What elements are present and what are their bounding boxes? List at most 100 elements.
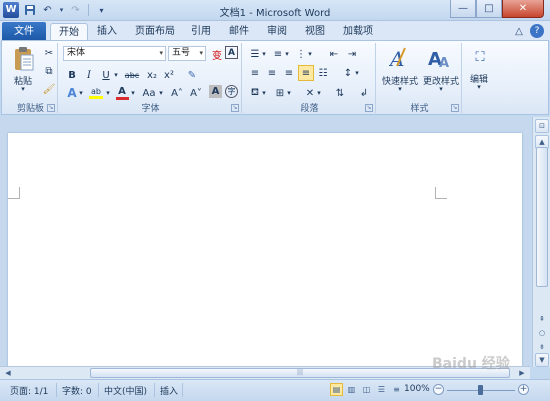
editing-binoculars-icon[interactable]: ⛶ bbox=[471, 47, 489, 67]
grow-font-icon[interactable]: A˄ bbox=[168, 85, 186, 101]
cut-icon[interactable]: ✂ bbox=[41, 45, 57, 61]
change-case-dropdown-icon[interactable]: ▾ bbox=[157, 85, 165, 101]
draft-view-icon[interactable]: ≡ bbox=[390, 383, 403, 396]
sort-icon[interactable]: ⇅ bbox=[332, 85, 348, 101]
document-area bbox=[0, 117, 530, 383]
tab-view[interactable]: 视图 bbox=[300, 23, 330, 41]
justify-icon[interactable]: ≡ bbox=[298, 65, 314, 81]
quick-styles-dropdown-icon[interactable]: ▾ bbox=[380, 85, 420, 93]
clear-formatting-icon[interactable]: ✎ bbox=[184, 67, 200, 83]
decrease-indent-icon[interactable]: ⇤ bbox=[326, 46, 342, 62]
bold-icon[interactable]: B bbox=[64, 67, 80, 83]
phonetic-guide-icon[interactable]: 变 bbox=[209, 46, 225, 62]
highlight-color-icon[interactable]: ab bbox=[87, 85, 105, 101]
font-color-swatch bbox=[115, 97, 129, 100]
chinese-layout-dropdown-icon[interactable]: ▾ bbox=[315, 85, 323, 101]
font-color-icon[interactable]: A bbox=[114, 85, 130, 101]
borders-dropdown-icon[interactable]: ▾ bbox=[285, 85, 293, 101]
tab-mailings[interactable]: 邮件 bbox=[224, 23, 254, 41]
align-left-icon[interactable]: ≡ bbox=[247, 65, 263, 81]
format-painter-icon[interactable]: 🖌 bbox=[41, 81, 57, 97]
change-case-icon[interactable]: Aa bbox=[140, 85, 158, 101]
paste-icon[interactable] bbox=[12, 45, 36, 73]
styles-launcher-icon[interactable]: ↘ bbox=[451, 104, 459, 112]
numbering-dropdown-icon[interactable]: ▾ bbox=[283, 46, 291, 62]
underline-dropdown-icon[interactable]: ▾ bbox=[112, 67, 120, 83]
svg-text:A: A bbox=[439, 56, 449, 70]
tab-insert[interactable]: 插入 bbox=[90, 23, 124, 41]
tab-file[interactable]: 文件 bbox=[2, 22, 46, 41]
character-border-icon[interactable]: A bbox=[225, 46, 238, 59]
shading-dropdown-icon[interactable]: ▾ bbox=[260, 85, 268, 101]
align-right-icon[interactable]: ≡ bbox=[281, 65, 297, 81]
status-divider bbox=[56, 383, 57, 397]
distributed-icon[interactable]: ☷ bbox=[315, 65, 331, 81]
highlight-dropdown-icon[interactable]: ▾ bbox=[104, 85, 112, 101]
scroll-right-icon[interactable]: ▶ bbox=[516, 367, 528, 379]
scroll-down-icon[interactable]: ▼ bbox=[535, 353, 549, 367]
group-label-styles: 样式 bbox=[410, 104, 429, 114]
font-color-glyph: A bbox=[118, 86, 126, 97]
zoom-out-button[interactable]: − bbox=[433, 384, 444, 395]
subscript-icon[interactable]: x₂ bbox=[144, 67, 160, 83]
word-count-status[interactable]: 字数: 0 bbox=[62, 384, 92, 397]
tab-addins[interactable]: 加载项 bbox=[338, 23, 378, 41]
group-font: 宋体 ▾ 五号 ▾ 变 A B I U ▾ abc x₂ x² ✎ A ▾ ab… bbox=[60, 43, 242, 114]
font-name-dropdown[interactable]: 宋体 ▾ bbox=[63, 46, 166, 61]
ruler-toggle-icon[interactable]: ⊡ bbox=[535, 119, 549, 133]
scroll-left-icon[interactable]: ◀ bbox=[2, 367, 14, 379]
character-shading-icon[interactable]: A bbox=[209, 85, 222, 98]
strikethrough-icon[interactable]: abc bbox=[122, 67, 142, 83]
text-effects-dropdown-icon[interactable]: ▾ bbox=[77, 85, 85, 101]
change-styles-icon[interactable]: AA bbox=[428, 45, 452, 71]
document-page[interactable] bbox=[8, 133, 522, 383]
align-center-icon[interactable]: ≡ bbox=[264, 65, 280, 81]
close-button[interactable]: ✕ bbox=[502, 0, 544, 18]
change-styles-dropdown-icon[interactable]: ▾ bbox=[420, 85, 462, 93]
outline-view-icon[interactable]: ☰ bbox=[375, 383, 388, 396]
increase-indent-icon[interactable]: ⇥ bbox=[344, 46, 360, 62]
font-launcher-icon[interactable]: ↘ bbox=[231, 104, 239, 112]
editing-dropdown-icon[interactable]: ▾ bbox=[464, 83, 494, 91]
web-layout-icon[interactable]: ◫ bbox=[360, 383, 373, 396]
font-size-dropdown[interactable]: 五号 ▾ bbox=[168, 46, 206, 61]
bullets-dropdown-icon[interactable]: ▾ bbox=[260, 46, 268, 62]
zoom-level[interactable]: 100% bbox=[404, 384, 430, 394]
zoom-in-button[interactable]: + bbox=[518, 384, 529, 395]
minimize-button[interactable]: — bbox=[450, 0, 476, 18]
group-clipboard: 粘贴 ▾ ✂ ⧉ 🖌 剪贴板 ↘ bbox=[4, 43, 58, 114]
copy-icon[interactable]: ⧉ bbox=[41, 63, 57, 79]
zoom-slider-knob[interactable] bbox=[478, 385, 483, 395]
superscript-icon[interactable]: x² bbox=[161, 67, 177, 83]
tab-home[interactable]: 开始 bbox=[50, 23, 88, 41]
tab-references[interactable]: 引用 bbox=[186, 23, 216, 41]
font-name-arrow-icon: ▾ bbox=[159, 49, 163, 57]
tab-page-layout[interactable]: 页面布局 bbox=[130, 23, 180, 41]
language-status[interactable]: 中文(中国) bbox=[104, 384, 147, 397]
paste-dropdown-icon[interactable]: ▾ bbox=[8, 85, 38, 93]
ribbon-minimize-icon[interactable]: △ bbox=[512, 24, 526, 38]
paragraph-launcher-icon[interactable]: ↘ bbox=[365, 104, 373, 112]
help-icon[interactable]: ? bbox=[530, 24, 544, 38]
italic-icon[interactable]: I bbox=[81, 67, 97, 83]
multilevel-dropdown-icon[interactable]: ▾ bbox=[306, 46, 314, 62]
previous-page-icon[interactable]: ⇞ bbox=[535, 313, 549, 327]
shrink-font-icon[interactable]: A˅ bbox=[187, 85, 205, 101]
insert-mode-status[interactable]: 插入 bbox=[160, 384, 178, 397]
maximize-button[interactable]: □ bbox=[476, 0, 502, 18]
line-spacing-dropdown-icon[interactable]: ▾ bbox=[353, 65, 361, 81]
full-screen-reading-icon[interactable]: ▥ bbox=[345, 383, 358, 396]
browse-object-icon[interactable]: ○ bbox=[535, 327, 549, 341]
font-color-dropdown-icon[interactable]: ▾ bbox=[129, 85, 137, 101]
page-count-status[interactable]: 页面: 1/1 bbox=[10, 384, 48, 397]
window-controls: — □ ✕ bbox=[450, 0, 544, 18]
quick-styles-icon[interactable]: A bbox=[388, 45, 412, 71]
enclose-characters-icon[interactable]: 字 bbox=[225, 85, 238, 98]
print-layout-view-icon[interactable]: ▤ bbox=[330, 383, 343, 396]
clipboard-launcher-icon[interactable]: ↘ bbox=[47, 104, 55, 112]
vertical-scrollbar[interactable]: ⊡ ▲ ⇞ ○ ⇟ ▼ bbox=[532, 117, 550, 367]
group-paragraph: ☰ ▾ ≡ ▾ ⋮ ▾ ⇤ ⇥ ≡ ≡ ≡ ≡ ☷ ↕ ▾ ⛾ ▾ ⊞ ▾ ✕ … bbox=[244, 43, 376, 114]
show-marks-icon[interactable]: ↲ bbox=[356, 85, 372, 101]
tab-review[interactable]: 审阅 bbox=[262, 23, 292, 41]
vertical-scroll-thumb[interactable] bbox=[536, 147, 548, 287]
